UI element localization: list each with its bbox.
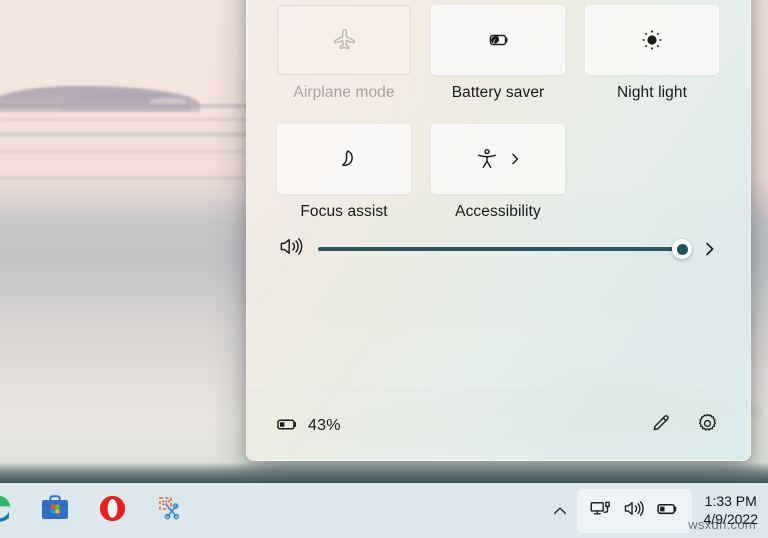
opera-icon <box>97 493 128 529</box>
all-settings-button[interactable] <box>690 409 724 443</box>
tray-battery-icon <box>655 496 680 526</box>
tray-status-button[interactable] <box>576 488 692 533</box>
clock-time: 1:33 PM <box>704 492 757 509</box>
tile-cell-night-light: Night light <box>585 5 719 102</box>
taskbar-app-edge[interactable] <box>0 491 18 531</box>
water-striation <box>0 104 250 108</box>
microsoft-store-icon <box>39 492 71 529</box>
tile-accessibility[interactable] <box>431 124 565 194</box>
quick-settings-content: Airplane mode Battery saver Night light … <box>247 1 750 460</box>
volume-row <box>247 217 750 281</box>
tile-row: Focus assist Accessibility <box>277 124 723 221</box>
battery-leaf-icon <box>483 25 513 55</box>
volume-expand-chevron-right-icon[interactable] <box>696 235 724 263</box>
taskbar-app-snipping-tool[interactable] <box>149 491 189 531</box>
battery-status[interactable]: 43% <box>275 412 341 441</box>
water-striation <box>0 132 250 137</box>
quick-settings-panel[interactable]: Airplane mode Battery saver Night light … <box>246 0 751 461</box>
water-striation <box>0 205 250 208</box>
tile-night-light[interactable] <box>585 5 719 75</box>
tile-cell-focus-assist: Focus assist <box>277 124 411 221</box>
tile-label-battery-saver: Battery saver <box>451 84 545 101</box>
tile-battery-saver[interactable] <box>431 5 565 75</box>
airplane-icon <box>331 27 358 54</box>
taskbar: 1:33 PM 4/9/2022 <box>0 483 768 538</box>
tile-cell-accessibility: Accessibility <box>431 124 565 221</box>
battery-icon <box>275 412 299 441</box>
system-tray: 1:33 PM 4/9/2022 <box>543 483 763 538</box>
clock-date: 4/9/2022 <box>703 510 759 527</box>
taskbar-app-list <box>0 483 189 538</box>
volume-slider[interactable] <box>318 237 692 261</box>
tray-speaker-volume-icon <box>622 497 645 525</box>
ethernet-icon <box>589 497 612 525</box>
chevron-right-icon <box>509 151 522 167</box>
tile-cell-battery-saver: Battery saver <box>431 5 565 102</box>
volume-slider-thumb[interactable] <box>672 239 692 259</box>
edit-quick-settings-button[interactable] <box>644 409 678 443</box>
taskbar-app-opera[interactable] <box>92 491 132 531</box>
gear-icon <box>696 412 719 440</box>
tile-focus-assist[interactable] <box>277 124 411 194</box>
tile-airplane-mode[interactable] <box>277 5 411 75</box>
water-striation <box>0 150 250 153</box>
tile-label-night-light: Night light <box>616 84 688 101</box>
taskbar-clock[interactable]: 1:33 PM 4/9/2022 <box>704 493 759 528</box>
tile-row: Airplane mode Battery saver Night light <box>277 5 723 102</box>
moon-icon <box>330 145 358 173</box>
tile-label-airplane-mode: Airplane mode <box>293 84 395 101</box>
snipping-tool-icon <box>153 492 185 529</box>
quick-settings-tile-grid: Airplane mode Battery saver Night light … <box>277 5 723 243</box>
accessibility-person-icon <box>474 146 500 172</box>
speaker-volume-icon[interactable] <box>277 233 304 265</box>
quick-settings-footer: 43% <box>247 392 750 460</box>
taskbar-app-microsoft-store[interactable] <box>35 491 75 531</box>
water-striation <box>0 118 250 121</box>
battery-percent-label: 43% <box>308 417 341 434</box>
volume-slider-fill <box>318 247 682 251</box>
brightness-sun-icon <box>638 26 666 54</box>
tray-chevron-up-icon[interactable] <box>543 492 577 530</box>
tile-cell-airplane-mode: Airplane mode <box>277 5 411 102</box>
pencil-icon <box>650 413 672 440</box>
screen: Airplane mode Battery saver Night light … <box>0 0 768 538</box>
water-striation <box>0 176 250 180</box>
microsoft-edge-icon <box>0 492 14 529</box>
